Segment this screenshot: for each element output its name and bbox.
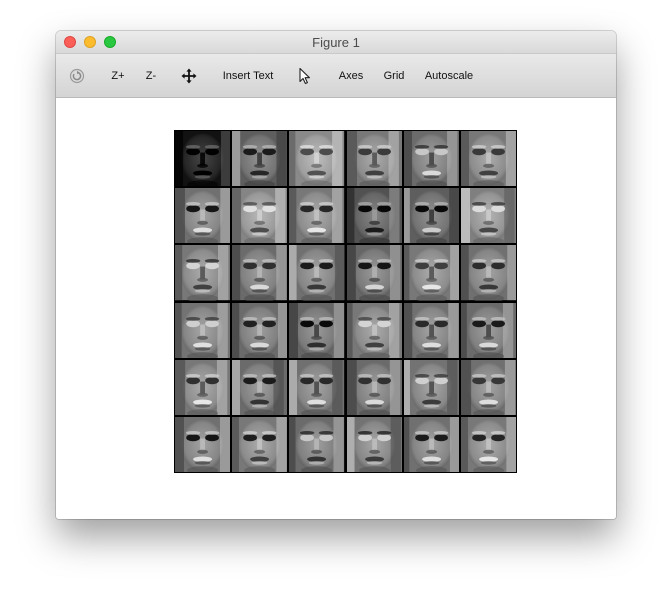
face-tile bbox=[232, 359, 288, 415]
face-tile bbox=[460, 416, 516, 472]
pan-button[interactable] bbox=[179, 54, 199, 97]
face-tile bbox=[403, 188, 459, 244]
face-tile bbox=[346, 359, 402, 415]
face-tile bbox=[289, 245, 345, 301]
face-tile bbox=[460, 359, 516, 415]
face-tile bbox=[346, 188, 402, 244]
face-tile bbox=[175, 131, 231, 187]
figure-window: Figure 1 Z+ Z- Insert Text Axes Grid Aut… bbox=[56, 31, 616, 519]
window-title: Figure 1 bbox=[312, 35, 360, 50]
pan-arrows-icon bbox=[180, 67, 198, 85]
face-tile bbox=[289, 359, 345, 415]
axes-button[interactable]: Axes bbox=[337, 54, 365, 97]
face-tile bbox=[403, 302, 459, 358]
face-tile bbox=[346, 302, 402, 358]
zoom-out-button[interactable]: Z- bbox=[142, 54, 160, 97]
zoom-in-button[interactable]: Z+ bbox=[108, 54, 128, 97]
face-tile bbox=[232, 416, 288, 472]
face-tile bbox=[289, 188, 345, 244]
face-tile bbox=[289, 302, 345, 358]
face-tile bbox=[175, 416, 231, 472]
eigenface-image-grid bbox=[174, 130, 517, 473]
face-tile bbox=[175, 359, 231, 415]
face-tile bbox=[175, 302, 231, 358]
figure-canvas[interactable] bbox=[56, 98, 616, 519]
insert-text-button[interactable]: Insert Text bbox=[220, 54, 276, 97]
face-tile bbox=[232, 245, 288, 301]
face-tile bbox=[403, 359, 459, 415]
face-tile bbox=[232, 131, 288, 187]
face-tile bbox=[460, 302, 516, 358]
select-button[interactable] bbox=[297, 54, 313, 97]
face-tile bbox=[232, 188, 288, 244]
face-tile bbox=[346, 245, 402, 301]
face-tile bbox=[346, 416, 402, 472]
title-bar[interactable]: Figure 1 bbox=[56, 31, 616, 54]
grid-button[interactable]: Grid bbox=[382, 54, 406, 97]
face-tile bbox=[175, 188, 231, 244]
face-tile bbox=[403, 416, 459, 472]
face-tile bbox=[232, 302, 288, 358]
figure-toolbar: Z+ Z- Insert Text Axes Grid Autoscale bbox=[56, 54, 616, 98]
face-tile bbox=[289, 416, 345, 472]
autoscale-button[interactable]: Autoscale bbox=[423, 54, 475, 97]
face-tile bbox=[403, 245, 459, 301]
face-tile bbox=[460, 245, 516, 301]
rotate-icon bbox=[69, 68, 85, 84]
face-tile bbox=[460, 131, 516, 187]
face-tile bbox=[460, 188, 516, 244]
face-tile bbox=[289, 131, 345, 187]
face-tile bbox=[346, 131, 402, 187]
face-tile bbox=[403, 131, 459, 187]
face-tile bbox=[175, 245, 231, 301]
rotate-button[interactable] bbox=[67, 54, 87, 97]
pointer-icon bbox=[298, 67, 312, 85]
